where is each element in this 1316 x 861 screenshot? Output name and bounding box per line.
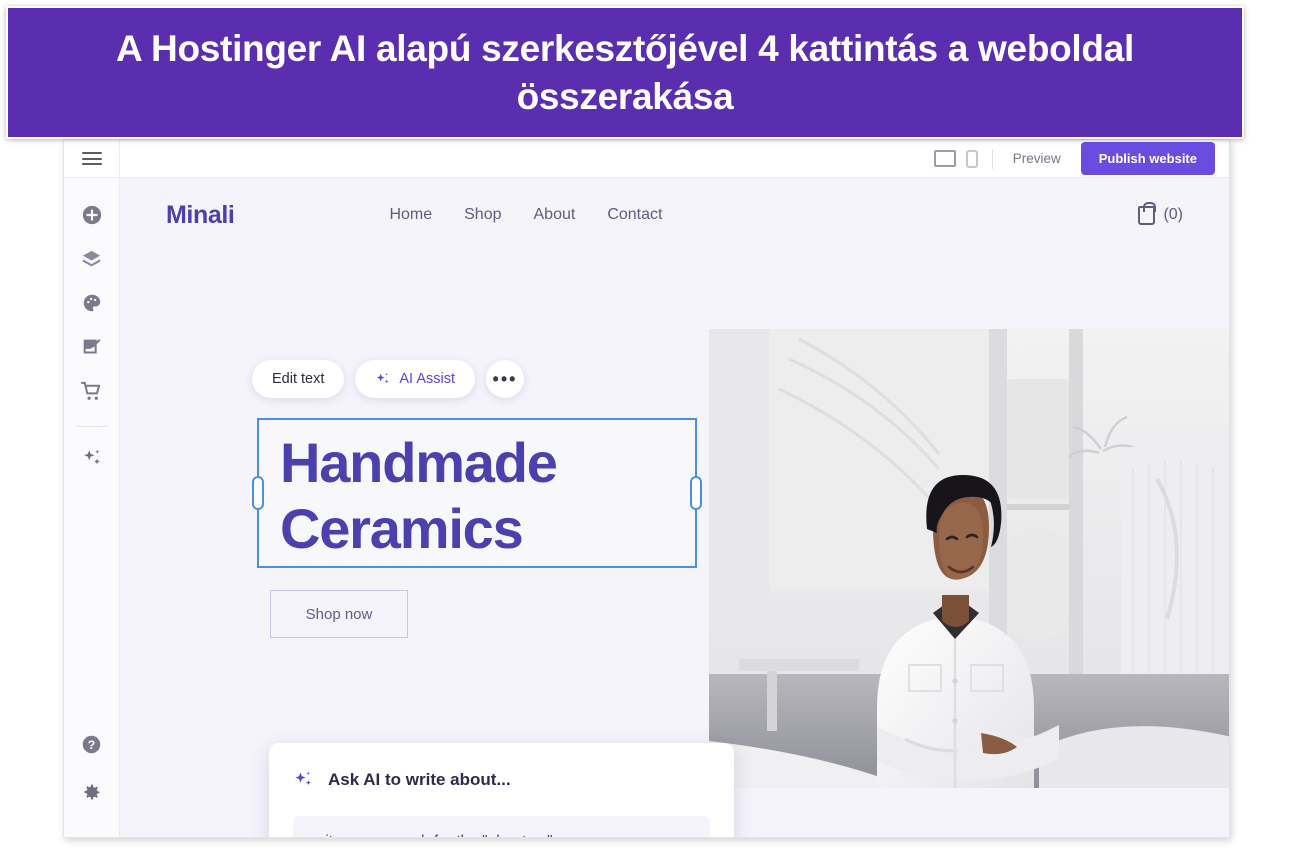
sidebar-item-store[interactable]: [75, 374, 109, 408]
ai-panel-title: Ask AI to write about...: [328, 769, 511, 789]
sidebar-item-help[interactable]: ?: [75, 727, 109, 761]
resize-handle-left[interactable]: [252, 476, 264, 510]
builder-sidebar: ?: [64, 178, 120, 837]
topbar-actions: Preview Publish website: [933, 140, 1229, 177]
sidebar-bottom: ?: [75, 727, 109, 837]
site-header: Minali Home Shop About Contact (0): [120, 178, 1229, 252]
ai-panel-header: Ask AI to write about...: [293, 769, 710, 790]
caption-banner: A Hostinger AI alapú szerkesztőjével 4 k…: [6, 6, 1244, 139]
site-canvas: Minali Home Shop About Contact (0) Edit …: [120, 178, 1229, 837]
hero-image[interactable]: [709, 329, 1229, 788]
nav-item-home[interactable]: Home: [389, 206, 432, 224]
cart-button[interactable]: (0): [1138, 201, 1183, 225]
builder-topbar: Preview Publish website: [64, 140, 1229, 178]
gear-icon: [84, 784, 100, 799]
ai-sparkle-icon: [295, 771, 311, 786]
sidebar-item-settings[interactable]: [75, 775, 109, 809]
svg-text:?: ?: [88, 737, 95, 751]
site-nav: Home Shop About Contact: [389, 206, 662, 224]
help-icon: ?: [82, 735, 101, 753]
sidebar-divider: [76, 426, 107, 427]
shop-now-button[interactable]: Shop now: [270, 590, 408, 638]
sidebar-item-ai-tools[interactable]: [75, 441, 109, 475]
ai-assist-label: AI Assist: [399, 371, 455, 387]
sidebar-item-layers[interactable]: [75, 242, 109, 276]
nav-item-shop[interactable]: Shop: [464, 206, 501, 224]
edit-text-button[interactable]: Edit text: [252, 360, 345, 398]
palette-icon: [83, 294, 100, 312]
ai-assist-button[interactable]: AI Assist: [355, 360, 475, 398]
caption-banner-text: A Hostinger AI alapú szerkesztőjével 4 k…: [116, 28, 1134, 117]
desktop-icon[interactable]: [933, 150, 956, 167]
sidebar-item-styles[interactable]: [75, 286, 109, 320]
nav-item-about[interactable]: About: [534, 206, 576, 224]
menu-button[interactable]: [64, 140, 120, 177]
mobile-icon[interactable]: [965, 149, 978, 168]
ai-sparkle-icon: [83, 449, 100, 465]
layers-icon: [82, 250, 101, 266]
device-view-toggle[interactable]: [933, 149, 978, 168]
shopping-cart-icon: [80, 381, 101, 400]
ai-prompt-input[interactable]: write a paragraph for the "about us" pag…: [293, 816, 710, 837]
hero-section: Edit text AI Assist ••• Handmade Ceramic…: [120, 252, 1229, 837]
edit-pencil-icon: [83, 339, 100, 354]
divider: [991, 148, 993, 169]
shopping-bag-icon: [1138, 201, 1157, 225]
hero-heading[interactable]: Handmade Ceramics: [280, 430, 700, 562]
hamburger-icon: [81, 152, 102, 165]
site-logo[interactable]: Minali: [166, 201, 235, 230]
add-circle-icon: [82, 205, 101, 225]
preview-button[interactable]: Preview: [1007, 151, 1067, 166]
publish-website-button[interactable]: Publish website: [1080, 142, 1215, 175]
sidebar-item-edit-page[interactable]: [75, 330, 109, 364]
sidebar-item-add-element[interactable]: [75, 198, 109, 232]
ai-write-panel: Ask AI to write about... write a paragra…: [269, 743, 734, 837]
element-edit-toolbar: Edit text AI Assist •••: [252, 360, 524, 398]
nav-item-contact[interactable]: Contact: [607, 206, 662, 224]
more-options-button[interactable]: •••: [486, 360, 524, 398]
screenshot-root: Preview Publish website ? Minali Home Sh…: [0, 0, 1316, 861]
website-builder-window: Preview Publish website ? Minali Home Sh…: [63, 139, 1230, 838]
cart-count: (0): [1163, 206, 1183, 223]
ai-sparkle-icon: [377, 373, 389, 384]
studio-photo: [709, 329, 1229, 788]
